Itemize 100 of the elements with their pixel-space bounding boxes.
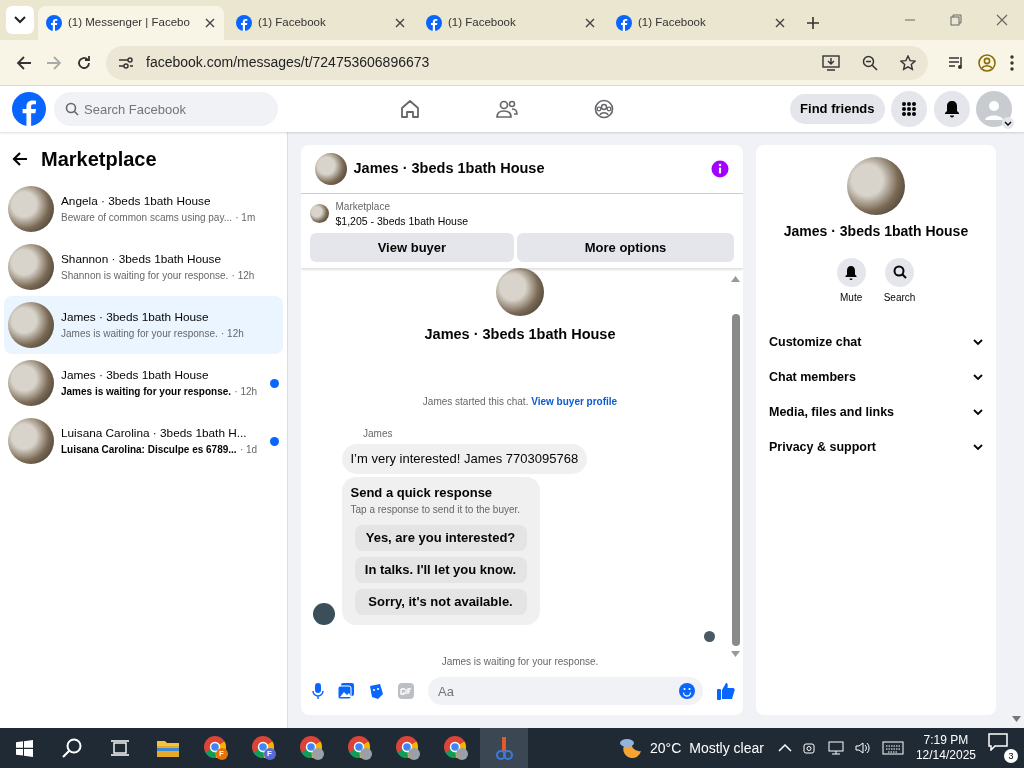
tool-icon [493, 736, 515, 760]
search-icon [62, 738, 82, 758]
section-toggle[interactable]: Customize chat [768, 325, 984, 360]
scroll-up-icon[interactable] [731, 276, 740, 283]
contact-name: James · 3beds 1bath House [783, 222, 969, 241]
back-icon[interactable] [16, 54, 32, 71]
task-view-icon [111, 740, 129, 756]
conversation-item[interactable]: James · 3beds 1bath House James is waiting for your response. · 12h [4, 296, 283, 354]
camera-icon[interactable] [802, 741, 817, 755]
clock-time: 7:19 PM [922, 733, 970, 748]
conversation-item[interactable]: James · 3beds 1bath House James is waiting for your response. · 12h [4, 354, 283, 412]
emoji-icon[interactable] [679, 683, 695, 699]
chevron-up-icon[interactable] [777, 744, 792, 752]
conversation-name: James · 3beds 1bath House [61, 308, 210, 326]
moon-cloud-icon [617, 736, 642, 760]
search-field[interactable]: Search Facebook [54, 92, 278, 126]
conversation-item[interactable]: Shannon · 3beds 1bath House Shannon is waiting for your response. · 12h [4, 238, 283, 296]
mute-button[interactable] [836, 258, 866, 287]
info-icon[interactable] [711, 159, 729, 178]
chevron-down-icon [973, 444, 983, 451]
facebook-icon [426, 15, 442, 31]
quick-response-option[interactable]: Sorry, it's not available. [354, 589, 527, 615]
scroll-down-icon[interactable] [1012, 716, 1021, 722]
friends-icon[interactable] [496, 99, 518, 119]
bell-icon [844, 265, 859, 280]
notifications-button[interactable]: 3 [988, 733, 1018, 763]
close-icon[interactable] [204, 17, 216, 29]
chat-started-text: James started this chat. View buyer profile [422, 395, 618, 409]
chrome-icon [395, 735, 421, 761]
volume-icon[interactable] [854, 741, 871, 755]
message-preview: Luisana Carolina: Disculpe es 6789... [61, 443, 237, 458]
quick-response-option[interactable]: In talks. I'll let you know. [354, 557, 527, 583]
image-icon[interactable] [338, 683, 354, 699]
tab-list-button[interactable] [6, 6, 34, 34]
sender-name: James [363, 427, 394, 441]
scrollbar[interactable] [732, 314, 740, 647]
listing-source: Marketplace [335, 199, 391, 214]
notifications-button[interactable] [933, 91, 970, 127]
home-icon[interactable] [400, 99, 420, 119]
conversation-name: Angela · 3beds 1bath House [61, 192, 212, 210]
browser-tab[interactable]: (1) Facebook [418, 6, 604, 40]
close-icon[interactable] [996, 14, 1008, 26]
facebook-logo-icon[interactable] [12, 92, 46, 126]
bell-icon [943, 100, 960, 118]
more-options-button[interactable]: More options [517, 233, 734, 263]
message-preview: Beware of common scams using pay... [61, 211, 232, 226]
facebook-icon [236, 15, 252, 31]
sender-avatar [313, 603, 335, 625]
waiting-text: James is waiting for your response. [441, 655, 599, 669]
message-input[interactable]: Aa [428, 677, 703, 705]
close-icon[interactable] [394, 17, 406, 29]
sidebar-title: Marketplace [41, 147, 157, 172]
unread-dot [270, 436, 279, 446]
read-receipt-avatar [704, 631, 715, 642]
keyboard-icon[interactable] [881, 741, 904, 755]
install-icon[interactable] [822, 54, 840, 71]
plus-icon[interactable] [806, 16, 820, 30]
chrome-icon [203, 735, 229, 761]
network-icon[interactable] [827, 741, 844, 755]
quick-response-option[interactable]: Yes, are you interested? [354, 525, 527, 551]
menu-button[interactable] [891, 91, 927, 127]
clock-date: 12/14/2025 [915, 748, 976, 763]
restore-icon[interactable] [950, 14, 962, 26]
thumbs-up-icon[interactable] [717, 682, 735, 700]
conversation-item[interactable]: Luisana Carolina · 3beds 1bath H... Luisana Carolina: Disculpe es 6789... · 1d [4, 412, 283, 470]
browser-tab[interactable]: (1) Messenger | Facebo [38, 6, 224, 40]
microphone-icon[interactable] [312, 683, 324, 699]
action-label: Search [883, 291, 916, 305]
star-icon[interactable] [900, 54, 916, 71]
find-friends-button[interactable]: Find friends [790, 94, 885, 124]
photo-placeholder [847, 157, 905, 215]
photo-placeholder [8, 302, 54, 348]
view-buyer-profile-link[interactable]: View buyer profile [531, 396, 618, 407]
profile-icon[interactable] [978, 53, 996, 72]
scroll-down-icon[interactable] [731, 651, 740, 658]
section-toggle[interactable]: Chat members [768, 360, 984, 395]
conversation-name: James · 3beds 1bath House [61, 366, 210, 384]
zoom-out-icon[interactable] [862, 54, 878, 71]
browser-tab[interactable]: (1) Facebook [608, 6, 794, 40]
section-toggle[interactable]: Privacy & support [768, 430, 984, 465]
back-arrow-icon[interactable] [12, 151, 28, 167]
listing-title: $1,205 - 3beds 1bath House [335, 213, 469, 229]
close-icon[interactable] [774, 17, 786, 29]
clock[interactable]: 7:19 PM 12/14/2025 [915, 733, 976, 763]
sticker-icon[interactable] [368, 683, 384, 699]
close-icon[interactable] [584, 17, 596, 29]
media-controls-icon[interactable] [948, 55, 964, 70]
more-icon[interactable] [1010, 54, 1014, 71]
taskbar-app[interactable]: F [240, 728, 288, 768]
message-time: · 1m [235, 211, 256, 226]
reload-icon[interactable] [76, 54, 92, 71]
groups-icon[interactable] [594, 99, 614, 119]
browser-tab[interactable]: (1) Facebook [228, 6, 414, 40]
search-button[interactable] [885, 258, 914, 287]
message-preview: James is waiting for your response. [61, 327, 218, 342]
view-buyer-button[interactable]: View buyer [310, 233, 514, 263]
site-settings-icon[interactable] [118, 55, 134, 70]
message-preview: Shannon is waiting for your response. [61, 269, 229, 284]
section-toggle[interactable]: Media, files and links [768, 395, 984, 430]
conversation-item[interactable]: Angela · 3beds 1bath House Beware of common scams using pay... · 1m [4, 180, 283, 238]
